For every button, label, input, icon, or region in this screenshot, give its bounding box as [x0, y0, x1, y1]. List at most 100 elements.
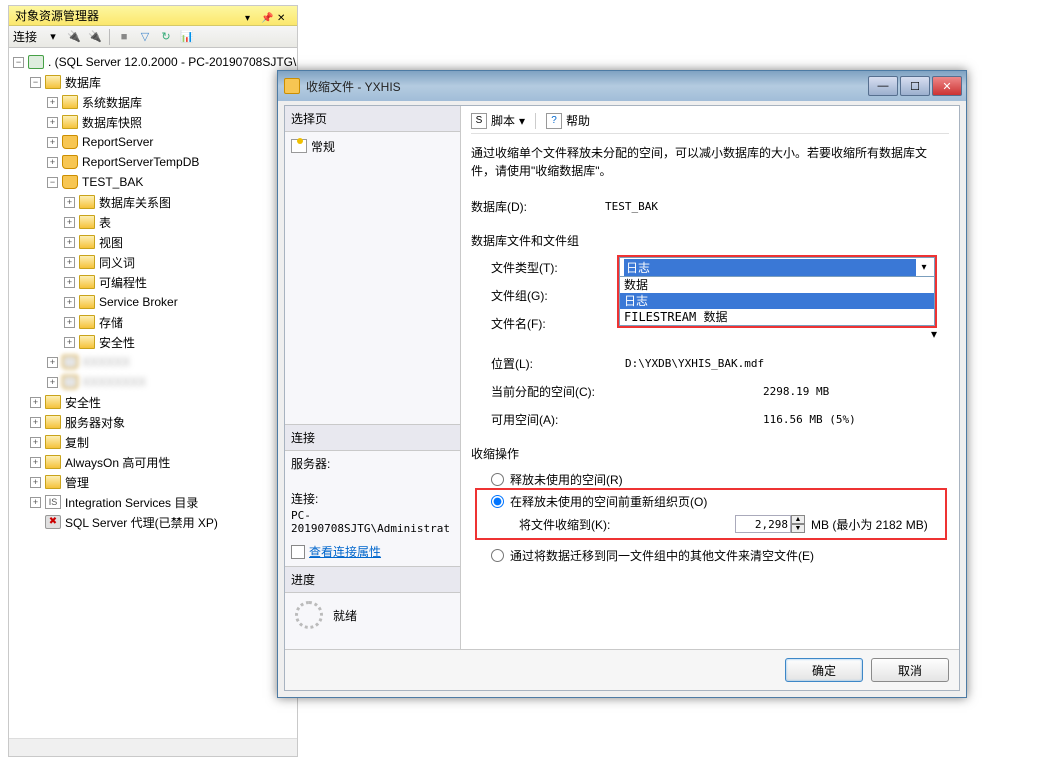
connection-label: 连接: [291, 490, 454, 507]
script-icon[interactable]: S [471, 113, 487, 129]
dropdown-icon[interactable]: ▾ [519, 114, 525, 128]
filename-select-arrow[interactable]: ▾ [931, 327, 937, 341]
progress-header: 进度 [285, 567, 460, 593]
folder-icon [79, 335, 95, 349]
help-link[interactable]: 帮助 [566, 112, 590, 129]
horizontal-scrollbar[interactable] [9, 738, 297, 756]
cancel-button[interactable]: 取消 [871, 658, 949, 682]
script-dropdown[interactable]: 脚本 [491, 112, 515, 129]
file-type-option[interactable]: FILESTREAM 数据 [620, 309, 934, 325]
database-icon [62, 175, 78, 189]
tree-item[interactable]: +服务器对象 [13, 412, 297, 432]
connection-value: PC-20190708SJTG\Administrat [291, 509, 454, 535]
object-explorer-panel: 对象资源管理器 ▾ 📌 ✕ 连接 ▾ 🔌 🔌 ■ ▽ ↻ 📊 −. (SQL S… [8, 5, 298, 757]
radio-release-unused[interactable] [491, 473, 504, 486]
tree-item[interactable]: +管理 [13, 472, 297, 492]
maximize-button[interactable]: ☐ [900, 76, 930, 96]
connect-label[interactable]: 连接 [13, 28, 37, 45]
shrink-option-empty[interactable]: 通过将数据迁移到同一文件组中的其他文件来清空文件(E) [471, 544, 949, 566]
agent-icon: ✖ [45, 515, 61, 529]
close-panel-icon[interactable]: ✕ [277, 9, 291, 23]
dialog-right-pane: S 脚本 ▾ ? 帮助 通过收缩单个文件释放未分配的空间，可以减小数据库的大小。… [461, 106, 959, 649]
tree-item[interactable]: +Service Broker [13, 292, 297, 312]
file-type-option[interactable]: 日志 [620, 293, 934, 309]
tree-item[interactable]: +视图 [13, 232, 297, 252]
tree-item[interactable]: +同义词 [13, 252, 297, 272]
progress-status: 就绪 [333, 607, 357, 624]
minimize-button[interactable]: — [868, 76, 898, 96]
database-icon [62, 355, 78, 369]
tree-item[interactable]: +ReportServer [13, 132, 297, 152]
file-type-option[interactable]: 数据 [620, 277, 934, 293]
folder-icon [45, 415, 61, 429]
folder-icon [79, 235, 95, 249]
highlight-box [475, 488, 947, 540]
tree-item[interactable]: +存储 [13, 312, 297, 332]
file-type-options-list: 数据 日志 FILESTREAM 数据 [619, 277, 935, 326]
folder-icon [45, 435, 61, 449]
page-icon [291, 139, 307, 153]
tree-root[interactable]: −. (SQL Server 12.0.2000 - PC-20190708SJ… [13, 52, 297, 72]
dialog-body: 选择页 常规 连接 服务器: 连接: PC-20190708SJTG\Admin… [284, 105, 960, 691]
tree-item[interactable]: +安全性 [13, 332, 297, 352]
help-icon[interactable]: ? [546, 113, 562, 129]
tree-item[interactable]: +可编程性 [13, 272, 297, 292]
file-type-label: 文件类型(T): [471, 259, 625, 276]
shrink-action-label: 收缩操作 [471, 445, 949, 462]
chevron-down-icon: ▾ [916, 262, 932, 273]
tree-sql-agent[interactable]: ✖SQL Server 代理(已禁用 XP) [13, 512, 297, 532]
object-tree: −. (SQL Server 12.0.2000 - PC-20190708SJ… [9, 48, 297, 536]
autohide-icon[interactable]: 📌 [261, 9, 275, 23]
folder-icon [79, 275, 95, 289]
database-label: 数据库(D): [471, 198, 605, 215]
tree-item[interactable]: +ISIntegration Services 目录 [13, 492, 297, 512]
dialog-titlebar[interactable]: 收缩文件 - YXHIS — ☐ ✕ [278, 71, 966, 101]
tree-item[interactable]: +ReportServerTempDB [13, 152, 297, 172]
folder-icon [79, 195, 95, 209]
pin-icon[interactable]: ▾ [245, 9, 259, 23]
connect-icon[interactable]: 🔌 [65, 28, 83, 46]
location-value: D:\YXDB\YXHIS_BAK.mdf [625, 357, 764, 370]
ok-button[interactable]: 确定 [785, 658, 863, 682]
stop-icon[interactable]: ■ [115, 28, 133, 46]
view-connection-props-link[interactable]: 查看连接属性 [309, 543, 381, 560]
disconnect-icon[interactable]: 🔌 [86, 28, 104, 46]
available-space-label: 可用空间(A): [471, 411, 703, 428]
folder-icon [79, 315, 95, 329]
radio-empty-file[interactable] [491, 549, 504, 562]
activity-icon[interactable]: 📊 [178, 28, 196, 46]
filename-label: 文件名(F): [471, 315, 625, 332]
refresh-icon[interactable]: ↻ [157, 28, 175, 46]
tree-item-redacted[interactable]: +XXXXXX [13, 352, 297, 372]
shrink-file-dialog: 收缩文件 - YXHIS — ☐ ✕ 选择页 常规 连接 服务器: 连接: PC… [277, 70, 967, 698]
nav-general[interactable]: 常规 [291, 136, 454, 156]
filegroup-section-label: 数据库文件和文件组 [471, 232, 949, 249]
folder-icon [45, 75, 61, 89]
tree-item[interactable]: +AlwaysOn 高可用性 [13, 452, 297, 472]
tree-databases[interactable]: −数据库 [13, 72, 297, 92]
shrink-option-release[interactable]: 释放未使用的空间(R) [471, 468, 949, 490]
folder-icon [79, 215, 95, 229]
dialog-toolbar: S 脚本 ▾ ? 帮助 [471, 112, 949, 134]
folder-icon [45, 395, 61, 409]
tree-item[interactable]: +表 [13, 212, 297, 232]
tree-item-testbak[interactable]: −TEST_BAK [13, 172, 297, 192]
description-text: 通过收缩单个文件释放未分配的空间，可以减小数据库的大小。若要收缩所有数据库文件，… [471, 144, 949, 180]
tree-item[interactable]: +数据库快照 [13, 112, 297, 132]
tree-item[interactable]: +系统数据库 [13, 92, 297, 112]
tree-item[interactable]: +复制 [13, 432, 297, 452]
folder-icon [79, 255, 95, 269]
close-button[interactable]: ✕ [932, 76, 962, 96]
dropdown-icon[interactable]: ▾ [44, 28, 62, 46]
tree-item-redacted[interactable]: +XXXXXXXX [13, 372, 297, 392]
tree-item[interactable]: +安全性 [13, 392, 297, 412]
select-page-header: 选择页 [285, 106, 460, 132]
folder-icon [62, 95, 78, 109]
folder-icon [45, 475, 61, 489]
file-type-select[interactable]: 日志 ▾ [619, 257, 935, 277]
dialog-left-pane: 选择页 常规 连接 服务器: 连接: PC-20190708SJTG\Admin… [285, 106, 461, 649]
folder-icon [45, 455, 61, 469]
explorer-toolbar: 连接 ▾ 🔌 🔌 ■ ▽ ↻ 📊 [9, 26, 297, 48]
filter-icon[interactable]: ▽ [136, 28, 154, 46]
tree-item[interactable]: +数据库关系图 [13, 192, 297, 212]
